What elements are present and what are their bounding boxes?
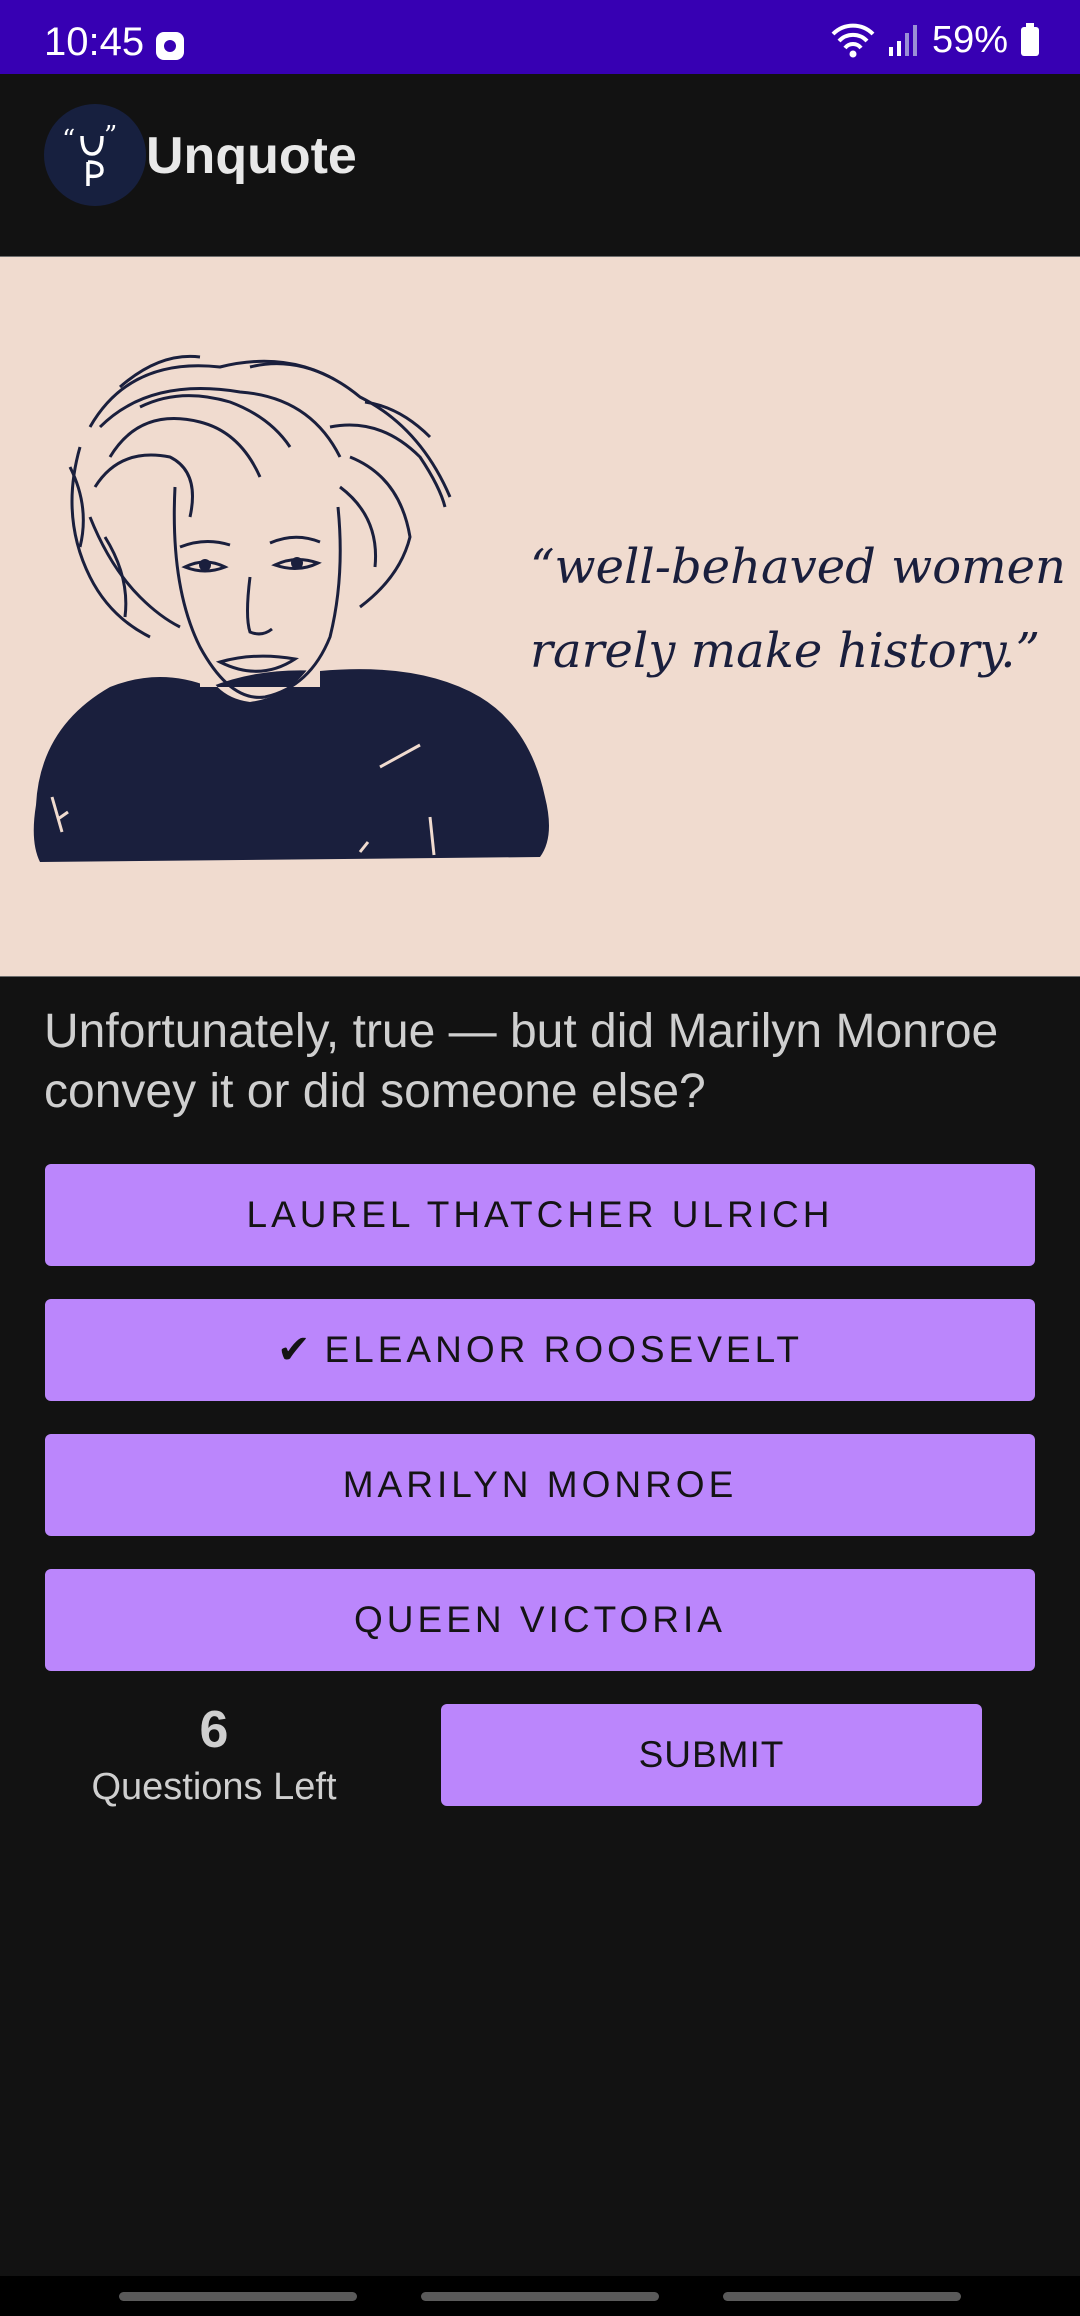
checkmark-icon: ✔	[276, 1328, 311, 1372]
quote-line-1: “well-behaved women	[530, 539, 1066, 595]
wifi-icon	[830, 22, 876, 58]
quote-line-2: rarely make history.”	[530, 623, 1041, 679]
marilyn-monroe-portrait	[33, 354, 549, 862]
app-title: Unquote	[146, 127, 357, 185]
submit-button[interactable]: SUBMIT	[441, 1704, 982, 1806]
answer-button-2[interactable]: ✔ ELEANOR ROOSEVELT	[45, 1299, 1035, 1401]
nav-handle-center[interactable]	[421, 2292, 659, 2301]
status-icons: 59%	[830, 18, 1040, 61]
questions-left-count: 6	[199, 1701, 229, 1759]
nav-handle-left[interactable]	[119, 2292, 357, 2301]
quote-illustration: “well-behaved women rarely make history.…	[0, 256, 1080, 977]
signal-icon	[888, 23, 920, 57]
unquote-logo-icon: “ ”	[44, 104, 146, 206]
status-bar: 10:45 59%	[0, 0, 1080, 74]
answer-button-4[interactable]: QUEEN VICTORIA	[45, 1569, 1035, 1671]
answer-label: QUEEN VICTORIA	[354, 1599, 726, 1640]
svg-text:“: “	[62, 125, 75, 155]
battery-percentage: 59%	[931, 18, 1008, 61]
game-icon	[156, 32, 184, 60]
svg-text:”: ”	[104, 121, 117, 151]
app-bar: “ ” Unquote	[0, 74, 1080, 256]
answer-label: LAUREL THATCHER ULRICH	[246, 1194, 834, 1235]
answer-button-3[interactable]: MARILYN MONROE	[45, 1434, 1035, 1536]
questions-left-label: Questions Left	[91, 1766, 337, 1808]
question-text: Unfortunately, true — but did Marilyn Mo…	[44, 1005, 999, 1118]
status-time: 10:45	[44, 20, 145, 64]
answer-label: MARILYN MONROE	[342, 1464, 738, 1505]
answer-label: ELEANOR ROOSEVELT	[324, 1329, 804, 1370]
answer-button-1[interactable]: LAUREL THATCHER ULRICH	[45, 1164, 1035, 1266]
battery-icon	[1020, 23, 1040, 57]
nav-handle-right[interactable]	[723, 2292, 961, 2301]
questions-left-counter: 6 Questions Left	[44, 1700, 384, 1809]
gesture-nav-bar	[0, 2276, 1080, 2316]
